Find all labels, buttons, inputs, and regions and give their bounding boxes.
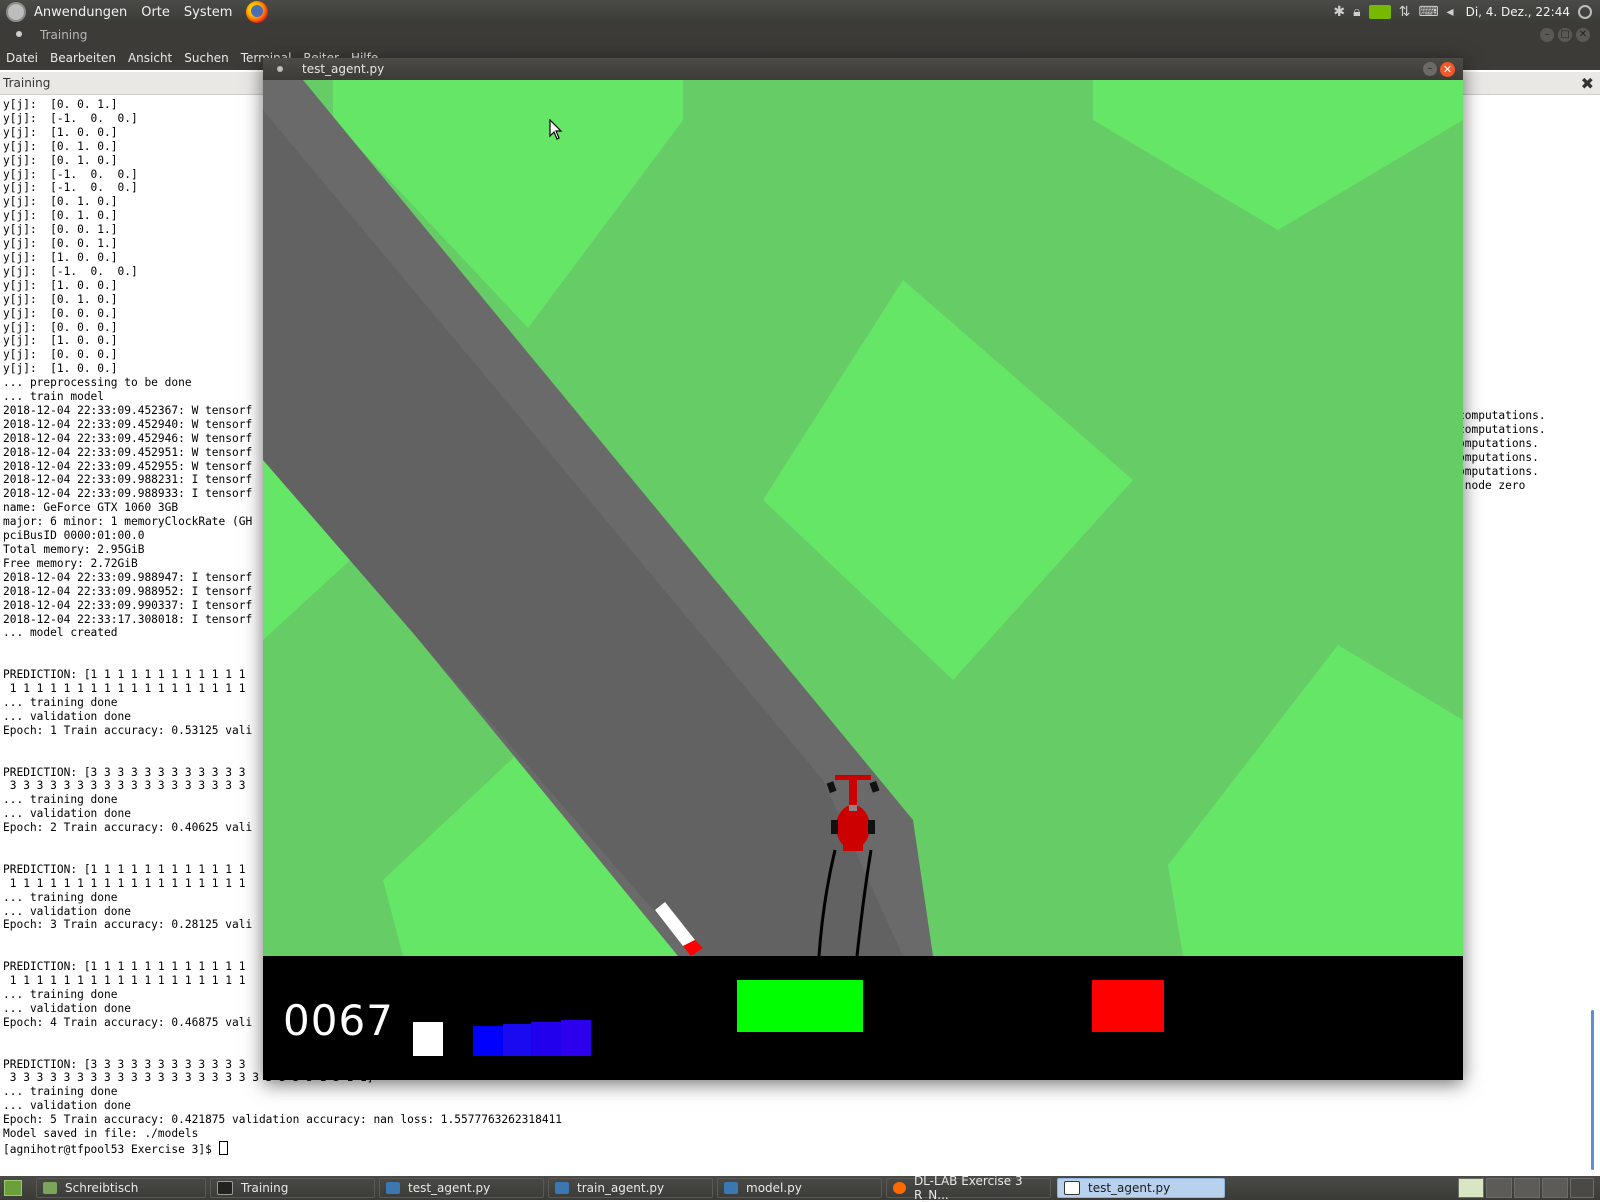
terminal-line: ... validation done <box>3 1099 131 1113</box>
terminal-line-fragment: omputations. <box>1458 450 1539 464</box>
menu-system[interactable]: System <box>184 5 232 20</box>
power-icon[interactable] <box>1578 5 1592 19</box>
terminal-line-fragment: node zero <box>1458 478 1526 492</box>
lock-icon[interactable]: 🔒︎ <box>1353 4 1360 20</box>
ubuntu-menu-icon[interactable] <box>6 2 26 22</box>
menu-suchen[interactable]: Suchen <box>184 51 228 65</box>
task-firefox[interactable]: DL-LAB Exercise 3 R_N... <box>886 1174 1051 1202</box>
terminal-line-fragment: omputations. <box>1458 464 1539 478</box>
python-icon <box>555 1182 569 1194</box>
workspace-1[interactable] <box>1458 1178 1484 1198</box>
steering-indicator <box>737 980 863 1032</box>
workspace-2[interactable] <box>1486 1178 1512 1198</box>
abs-sensor-indicator <box>561 1020 591 1056</box>
network-icon[interactable]: ⇅ <box>1399 4 1411 20</box>
window-menu-icon[interactable] <box>16 31 22 37</box>
task-label: Training <box>241 1181 289 1195</box>
tab-close-icon[interactable]: ✖ <box>1581 74 1594 93</box>
window-icon <box>1064 1181 1080 1195</box>
terminal-line-fragment: computations. <box>1458 409 1546 422</box>
volume-icon[interactable]: ◂ <box>1447 4 1454 20</box>
menu-bearbeiten[interactable]: Bearbeiten <box>50 51 116 65</box>
task-schreibtisch[interactable]: Schreibtisch <box>36 1178 206 1198</box>
gyroscope-indicator <box>1092 980 1164 1032</box>
window-menu-icon[interactable] <box>277 66 283 72</box>
prompt-text: [agnihotr@tfpool53 Exercise 3]$ <box>3 1142 219 1156</box>
terminal-line-fragment: omputations. <box>1458 436 1539 450</box>
close-button[interactable]: ✕ <box>1576 28 1590 42</box>
files-icon <box>43 1182 57 1194</box>
task-label: Schreibtisch <box>65 1181 139 1195</box>
task-train-agent[interactable]: train_agent.py <box>548 1178 713 1198</box>
task-label: train_agent.py <box>577 1181 665 1195</box>
minimize-button[interactable]: – <box>1540 28 1554 42</box>
system-tray: ✱ 🔒︎ ⇅ ⌨ ◂ Di, 4. Dez., 22:44 <box>1333 0 1600 24</box>
race-scene <box>263 80 1463 956</box>
firefox-icon <box>893 1182 906 1194</box>
terminal-right-fragments: computations. computations. omputations. om… <box>1458 409 1546 492</box>
task-label: test_agent.py <box>1088 1181 1171 1195</box>
terminal-line: ... training done <box>3 1085 118 1099</box>
python-icon <box>386 1182 400 1194</box>
abs-sensor-indicator <box>531 1022 563 1056</box>
minimize-button[interactable]: – <box>1423 62 1437 76</box>
show-desktop-icon[interactable] <box>4 1180 22 1196</box>
game-titlebar: test_agent.py – ✕ <box>263 58 1463 80</box>
terminal-line: Model saved in file: ./models <box>3 1127 199 1141</box>
menu-orte[interactable]: Orte <box>141 5 170 20</box>
terminal-icon <box>217 1181 233 1195</box>
top-panel: Anwendungen Orte System ✱ 🔒︎ ⇅ ⌨ ◂ Di, 4… <box>0 0 1600 24</box>
menu-ansicht[interactable]: Ansicht <box>128 51 172 65</box>
score-display: 0067 <box>283 996 394 1045</box>
terminal-tab[interactable]: Training <box>3 76 50 90</box>
keyboard-icon[interactable]: ⌨ <box>1418 4 1438 20</box>
game-window-title: test_agent.py <box>302 62 385 76</box>
menu-datei[interactable]: Datei <box>6 51 38 65</box>
task-label: test_agent.py <box>408 1181 491 1195</box>
bluetooth-icon[interactable]: ✱ <box>1333 4 1345 20</box>
task-test-agent-window[interactable]: test_agent.py <box>1057 1178 1225 1198</box>
abs-sensor-indicator <box>473 1026 505 1056</box>
terminal-prompt[interactable]: [agnihotr@tfpool53 Exercise 3]$ <box>3 1140 562 1157</box>
workspace-4[interactable] <box>1542 1178 1568 1198</box>
speed-indicator <box>413 1022 443 1056</box>
task-training[interactable]: Training <box>210 1178 375 1198</box>
clock[interactable]: Di, 4. Dez., 22:44 <box>1466 5 1570 19</box>
text-cursor <box>218 1140 228 1155</box>
nvidia-icon[interactable] <box>1368 5 1391 19</box>
maximize-button[interactable]: □ <box>1558 28 1572 42</box>
task-label: model.py <box>746 1181 802 1195</box>
game-canvas[interactable] <box>263 80 1463 956</box>
task-model[interactable]: model.py <box>717 1178 882 1198</box>
python-icon <box>724 1182 738 1194</box>
terminal-line: Epoch: 5 Train accuracy: 0.421875 valida… <box>3 1113 563 1127</box>
close-button[interactable]: ✕ <box>1440 62 1455 77</box>
bottom-taskbar: Schreibtisch Training test_agent.py trai… <box>0 1174 1600 1202</box>
trash-icon[interactable] <box>1570 1178 1594 1198</box>
task-label: DL-LAB Exercise 3 R_N... <box>913 1174 1023 1202</box>
workspace-3[interactable] <box>1514 1178 1540 1198</box>
mouse-pointer-icon <box>549 119 563 140</box>
terminal-titlebar: Training – □ ✕ <box>0 24 1600 46</box>
terminal-window-title: Training <box>40 28 88 42</box>
game-window: test_agent.py – ✕ 0067 <box>263 58 1463 1080</box>
firefox-launcher-icon[interactable] <box>246 1 269 23</box>
terminal-scrollbar[interactable] <box>1591 1010 1594 1170</box>
game-hud: 0067 <box>263 956 1463 1080</box>
menu-anwendungen[interactable]: Anwendungen <box>34 5 127 20</box>
task-test-agent[interactable]: test_agent.py <box>379 1178 544 1198</box>
terminal-line-fragment: computations. <box>1458 422 1546 436</box>
